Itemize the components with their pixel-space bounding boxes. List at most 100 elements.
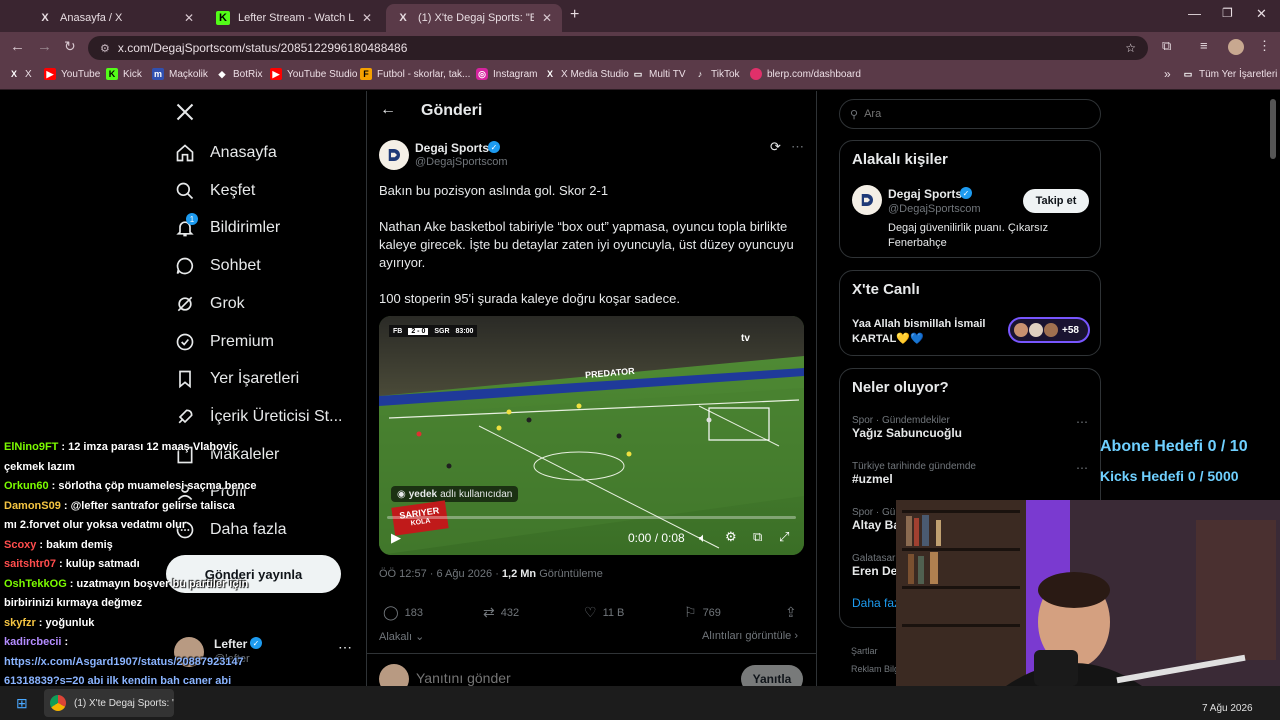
related-name[interactable]: Degaj Sports xyxy=(888,187,962,201)
bookmark-youtube-studio[interactable]: ▶ YouTube Studio xyxy=(270,68,357,80)
search-box[interactable]: ⚲ xyxy=(839,99,1101,129)
sort-replies-dropdown[interactable]: Alakalı ⌄ xyxy=(379,630,424,643)
folder-icon: ▭ xyxy=(633,68,643,79)
reply-button[interactable]: ◯ 183 xyxy=(383,604,423,621)
sidebar-item-premium[interactable]: Premium xyxy=(174,327,274,357)
chat-username: OshTekkOG xyxy=(4,577,67,590)
media-icon[interactable]: ≡ xyxy=(1200,38,1208,53)
x-logo-icon[interactable] xyxy=(175,102,195,122)
bookmark-youtube[interactable]: ▶ YouTube xyxy=(44,68,100,80)
taskbar-chrome-window[interactable]: (1) X'te Degaj Sports: "B... xyxy=(44,689,174,717)
menu-icon[interactable]: ⋮ xyxy=(1258,38,1271,54)
address-bar[interactable]: ⚙ x.com/DegajSportscom/status/2085122996… xyxy=(88,36,1148,60)
bookmark-tiktok[interactable]: ♪ TikTok xyxy=(694,68,740,80)
bookmark-button[interactable]: ⚐ 769 xyxy=(684,604,721,621)
trend-item[interactable]: Spor · Gü Altay Ba xyxy=(852,507,900,532)
tab-kick[interactable]: K Lefter Stream - Watch Live on Ki ✕ xyxy=(206,4,382,32)
close-tab-icon[interactable]: ✕ xyxy=(534,11,552,25)
more-options-icon[interactable]: ⋯ xyxy=(791,139,804,155)
sidebar-item-explore[interactable]: Keşfet xyxy=(174,176,255,206)
degaj-logo-icon xyxy=(861,194,873,206)
all-bookmarks[interactable]: ▭ Tüm Yer İşaretleri xyxy=(1182,68,1278,80)
bookmark-star-icon[interactable]: ☆ xyxy=(1125,41,1136,55)
grok-explain-icon[interactable]: ⟳ xyxy=(770,139,781,155)
trend-item[interactable]: Türkiye tarihinde gündemde #uzmel xyxy=(852,461,976,486)
trend-item[interactable]: Galatasar Eren Der xyxy=(852,553,902,578)
search-icon: ⚲ xyxy=(850,108,859,121)
volume-icon[interactable]: 🔈︎ xyxy=(699,530,707,546)
view-quotes-link[interactable]: Alıntıları görüntüle › xyxy=(702,630,798,642)
live-listeners[interactable]: +58 xyxy=(1008,317,1090,343)
taskbar: ⊞ (1) X'te Degaj Sports: "B... 7 Ağu 202… xyxy=(0,686,1280,720)
scrollbar-thumb[interactable] xyxy=(1270,99,1276,159)
bookmark-mackolik[interactable]: m Maçkolik xyxy=(152,68,208,80)
trend-item[interactable]: Spor · Gündemdekiler Yağız Sabuncuoğlu xyxy=(852,415,962,440)
tiktok-icon: ♪ xyxy=(697,69,703,79)
settings-icon[interactable]: ⚙ xyxy=(725,529,737,545)
bookmark-futbol[interactable]: F Futbol - skorlar, tak... xyxy=(360,68,470,80)
live-space-title[interactable]: Yaa Allah bismillah İsmail KARTAL💛💙 xyxy=(852,317,1002,347)
kick-icon: K xyxy=(106,68,118,80)
tab-degaj-post[interactable]: X (1) X'te Degaj Sports: "Bakın bu ✕ xyxy=(386,4,562,32)
bookmark-x-media-studio[interactable]: XX Media Studio xyxy=(544,68,629,80)
site-info-icon[interactable]: ⚙ xyxy=(100,42,110,55)
profile-avatar-icon[interactable] xyxy=(1228,39,1244,55)
windows-start-icon[interactable]: ⊞ xyxy=(16,695,28,712)
follow-button[interactable]: Takip et xyxy=(1023,189,1089,213)
reply-input[interactable] xyxy=(416,668,716,686)
chat-text: : sörlotha çöp muamelesi saçma bence xyxy=(51,480,257,492)
bookmark-kick[interactable]: K Kick xyxy=(106,68,142,80)
author-handle[interactable]: @DegajSportscom xyxy=(415,156,507,168)
tab-home[interactable]: X Anasayfa / X ✕ xyxy=(28,4,204,32)
sidebar-item-home[interactable]: Anasayfa xyxy=(174,138,277,168)
sidebar-item-bookmarks[interactable]: Yer İşaretleri xyxy=(174,364,299,394)
footer-link[interactable]: Reklam Bilgi xyxy=(851,664,901,674)
video-attribution[interactable]: ◉ yedek adlı kullanıcıdan xyxy=(391,486,519,502)
repost-button[interactable]: ⇄ 432 xyxy=(483,604,519,621)
new-tab-icon[interactable]: + xyxy=(570,6,579,24)
forward-icon[interactable]: → xyxy=(37,38,52,55)
sidebar-item-grok[interactable]: Grok xyxy=(174,289,245,319)
bookmark-multi-tv[interactable]: ▭ Multi TV xyxy=(632,68,686,80)
share-button[interactable]: ⇪ xyxy=(785,604,803,621)
fullscreen-icon[interactable]: ⤢ xyxy=(779,529,789,545)
bookmark-blerp[interactable]: blerp.com/dashboard xyxy=(750,68,861,80)
bookmark-x[interactable]: XX xyxy=(8,68,32,80)
restore-icon[interactable]: ❐ xyxy=(1222,6,1233,20)
back-icon[interactable]: ← xyxy=(10,38,25,55)
pip-icon[interactable]: ⧉ xyxy=(753,529,762,545)
video-player[interactable]: FB 2 - 0 SGR 83:00 tv PREDATOR ◉ yedek a… xyxy=(379,316,804,555)
play-icon[interactable]: ▶ xyxy=(391,530,401,546)
sidebar-item-creator-studio[interactable]: İçerik Üreticisi St... xyxy=(174,402,342,432)
video-progress-track[interactable] xyxy=(387,516,796,519)
author-name[interactable]: Degaj Sports xyxy=(415,141,489,155)
footer-link[interactable]: Şartlar xyxy=(851,646,878,656)
sidebar-item-notifications[interactable]: 1 Bildirimler xyxy=(174,213,280,243)
close-window-icon[interactable]: ✕ xyxy=(1256,6,1267,22)
show-more-link[interactable]: Daha faz xyxy=(852,596,900,610)
x-logo-icon: X xyxy=(546,69,553,79)
more-options-icon[interactable]: ⋯ xyxy=(1076,461,1088,475)
like-button[interactable]: ♡ 11 B xyxy=(584,604,624,621)
chat-username: saitshtr07 xyxy=(4,558,56,570)
more-options-icon[interactable]: ⋯ xyxy=(1076,415,1088,429)
search-input[interactable] xyxy=(864,108,1065,120)
reply-submit-button[interactable]: Yanıtla xyxy=(741,665,803,686)
minimize-icon[interactable]: — xyxy=(1188,6,1201,21)
chat-text: : yoğunluk xyxy=(38,616,95,629)
back-arrow-icon[interactable]: ← xyxy=(380,101,396,119)
extensions-icon[interactable]: ⧉ xyxy=(1162,38,1171,54)
url-text: x.com/DegajSportscom/status/208512299618… xyxy=(117,41,408,55)
close-tab-icon[interactable]: ✕ xyxy=(176,11,194,25)
bookmark-botrix[interactable]: ◆ BotRix xyxy=(216,68,263,80)
sidebar-item-chat[interactable]: Sohbet xyxy=(174,251,261,281)
close-tab-icon[interactable]: ✕ xyxy=(354,11,372,25)
bookmark-instagram[interactable]: ◎ Instagram xyxy=(476,68,537,80)
reload-icon[interactable]: ↻ xyxy=(64,38,76,55)
bookmark-icon xyxy=(174,368,196,390)
related-handle[interactable]: @DegajSportscom xyxy=(888,203,980,215)
related-avatar[interactable] xyxy=(852,185,882,215)
author-avatar[interactable] xyxy=(379,140,409,170)
chevron-right-icon[interactable]: » xyxy=(1164,67,1171,81)
chat-username: ElNino9FT xyxy=(4,441,59,453)
